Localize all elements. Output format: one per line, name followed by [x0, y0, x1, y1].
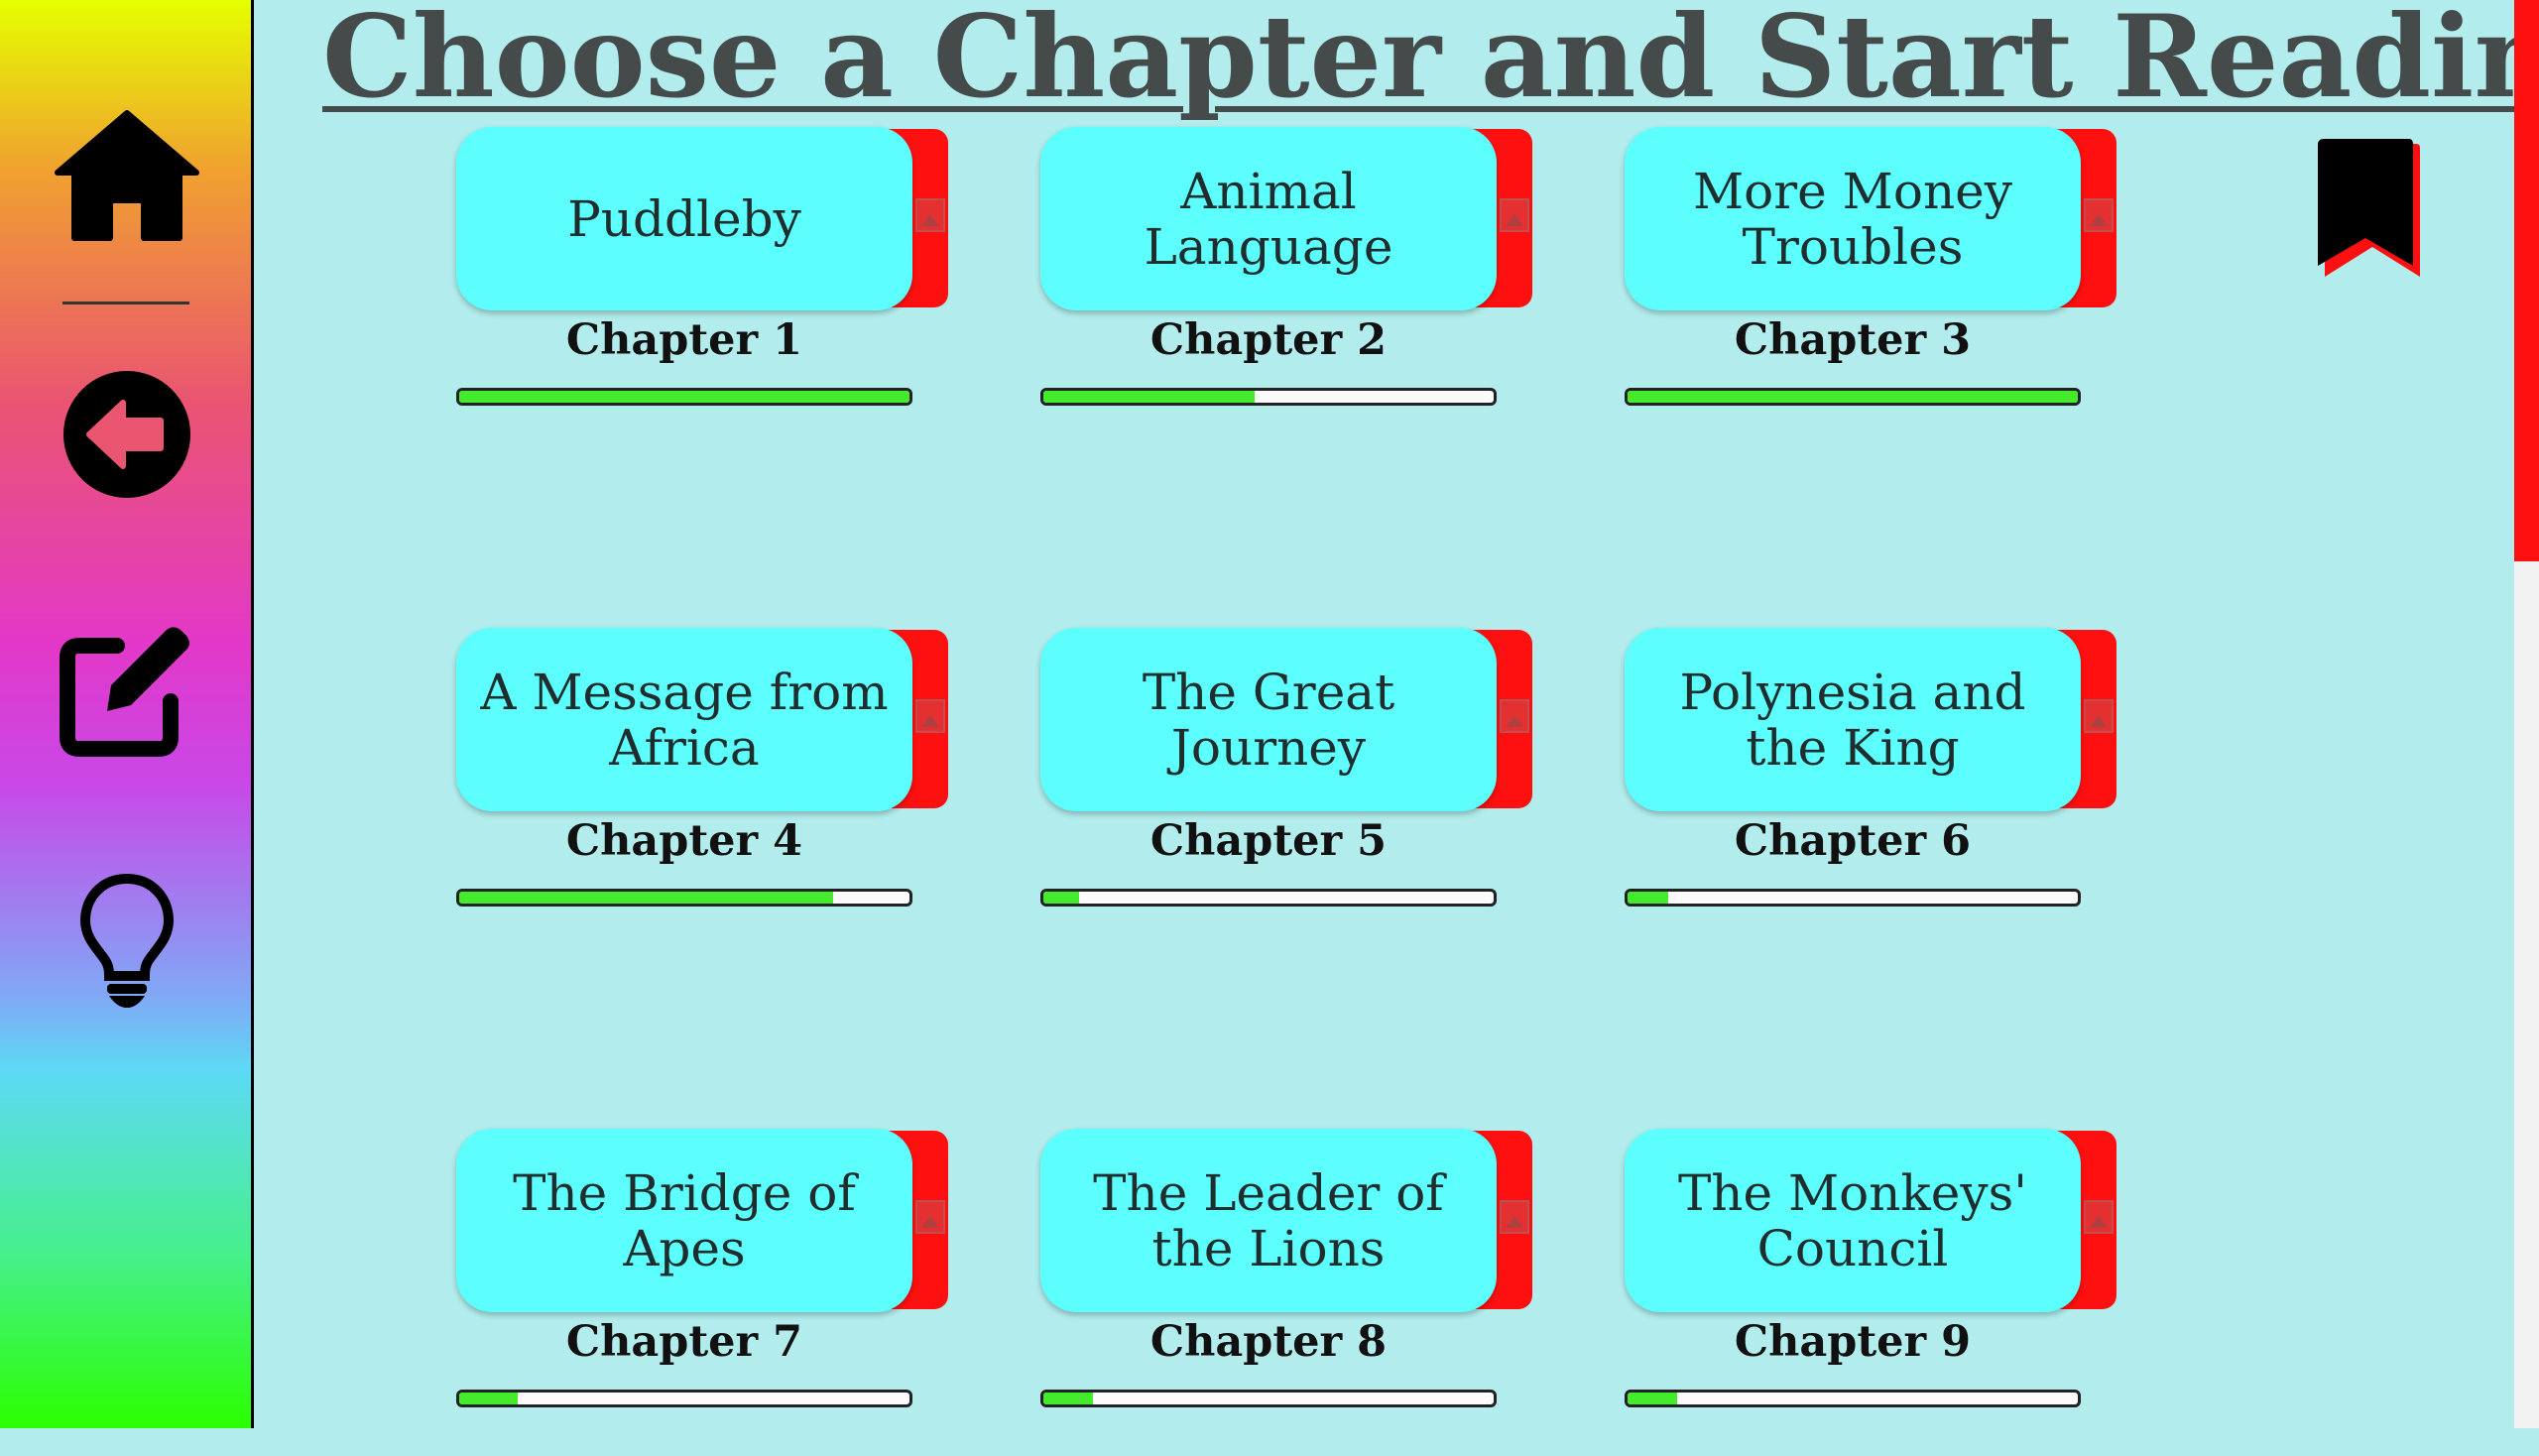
chapter-card-6[interactable]: Polynesia and the King Chapter 6 [1625, 628, 2120, 955]
home-button[interactable] [0, 109, 254, 243]
chapter-cover[interactable]: The Bridge of Apes [456, 1129, 952, 1312]
chapter-title[interactable]: Polynesia and the King [1625, 628, 2081, 811]
chapter-number-label: Chapter 8 [1149, 1317, 1388, 1367]
chapter-card-9[interactable]: The Monkeys' Council Chapter 9 [1625, 1129, 2120, 1456]
chapter-progress-fill [459, 1393, 519, 1404]
chapter-title[interactable]: More Money Troubles [1625, 127, 2081, 310]
broken-image-icon [915, 699, 945, 733]
lightbulb-icon [79, 873, 175, 1008]
chapter-cover[interactable]: Animal Language [1040, 127, 1536, 310]
chapter-card-3[interactable]: More Money Troubles Chapter 3 [1625, 127, 2120, 454]
chapter-number-label: Chapter 4 [565, 816, 803, 866]
chapter-number-label: Chapter 5 [1149, 816, 1388, 866]
broken-image-icon [915, 198, 945, 232]
chapter-title[interactable]: The Great Journey [1040, 628, 1497, 811]
chapter-number-label: Chapter 9 [1734, 1317, 1972, 1367]
broken-image-icon [2084, 1200, 2114, 1234]
chapter-cover[interactable]: A Message from Africa [456, 628, 952, 811]
chapter-progress-bar [1040, 889, 1497, 907]
broken-image-icon [1500, 198, 1529, 232]
chapter-progress-fill [459, 892, 833, 904]
chapter-progress-bar [1625, 1390, 2081, 1407]
sidebar-divider [62, 302, 189, 304]
back-button[interactable] [0, 367, 254, 501]
chapter-progress-fill [459, 391, 909, 403]
chapter-title[interactable]: The Bridge of Apes [456, 1129, 912, 1312]
broken-image-icon [2084, 699, 2114, 733]
chapter-cover[interactable]: Puddleby [456, 127, 952, 310]
chapter-number-label: Chapter 7 [565, 1317, 803, 1367]
scrollbar-thumb[interactable] [2514, 0, 2539, 561]
chapter-cover[interactable]: The Great Journey [1040, 628, 1536, 811]
chapter-title[interactable]: The Monkeys' Council [1625, 1129, 2081, 1312]
home-icon [55, 110, 199, 241]
chapter-progress-bar [1625, 388, 2081, 406]
chapter-title[interactable]: Animal Language [1040, 127, 1497, 310]
edit-button[interactable] [0, 620, 254, 759]
chapter-title[interactable]: Puddleby [456, 127, 912, 310]
chapter-card-1[interactable]: Puddleby Chapter 1 [456, 127, 952, 454]
chapter-number-label: Chapter 1 [565, 315, 803, 365]
chapter-progress-bar [456, 1390, 912, 1407]
bookmark-icon[interactable] [2314, 139, 2423, 278]
broken-image-icon [2084, 198, 2114, 232]
chapter-card-7[interactable]: The Bridge of Apes Chapter 7 [456, 1129, 952, 1456]
chapter-progress-bar [1040, 388, 1497, 406]
chapter-progress-fill [1043, 391, 1256, 403]
chapter-number-label: Chapter 3 [1734, 315, 1972, 365]
chapter-progress-fill [1043, 1393, 1093, 1404]
scrollbar[interactable] [2514, 0, 2539, 1428]
chapter-cover[interactable]: More Money Troubles [1625, 127, 2120, 310]
chapter-cover[interactable]: The Monkeys' Council [1625, 1129, 2120, 1312]
broken-image-icon [1500, 1200, 1529, 1234]
chapter-card-8[interactable]: The Leader of the Lions Chapter 8 [1040, 1129, 1536, 1456]
sidebar [0, 0, 254, 1428]
hint-button[interactable] [0, 873, 254, 1012]
chapter-progress-bar [1625, 889, 2081, 907]
chapter-progress-bar [1040, 1390, 1497, 1407]
chapter-title[interactable]: The Leader of the Lions [1040, 1129, 1497, 1312]
chapter-card-5[interactable]: The Great Journey Chapter 5 [1040, 628, 1536, 955]
page-title: Choose a Chapter and Start Reading [322, 0, 2539, 123]
broken-image-icon [1500, 699, 1529, 733]
broken-image-icon [915, 1200, 945, 1234]
edit-icon [60, 627, 189, 757]
chapter-card-4[interactable]: A Message from Africa Chapter 4 [456, 628, 952, 955]
chapter-progress-bar [456, 388, 912, 406]
chapter-progress-fill [1628, 1393, 1677, 1404]
chapter-cover[interactable]: Polynesia and the King [1625, 628, 2120, 811]
chapter-card-2[interactable]: Animal Language Chapter 2 [1040, 127, 1536, 454]
chapter-title[interactable]: A Message from Africa [456, 628, 912, 811]
chapter-progress-fill [1628, 391, 2078, 403]
arrow-left-circle-icon [63, 370, 190, 498]
chapter-number-label: Chapter 6 [1734, 816, 1972, 866]
chapter-cover[interactable]: The Leader of the Lions [1040, 1129, 1536, 1312]
chapter-number-label: Chapter 2 [1149, 315, 1388, 365]
chapter-progress-bar [456, 889, 912, 907]
chapter-progress-fill [1043, 892, 1080, 904]
chapter-progress-fill [1628, 892, 1668, 904]
